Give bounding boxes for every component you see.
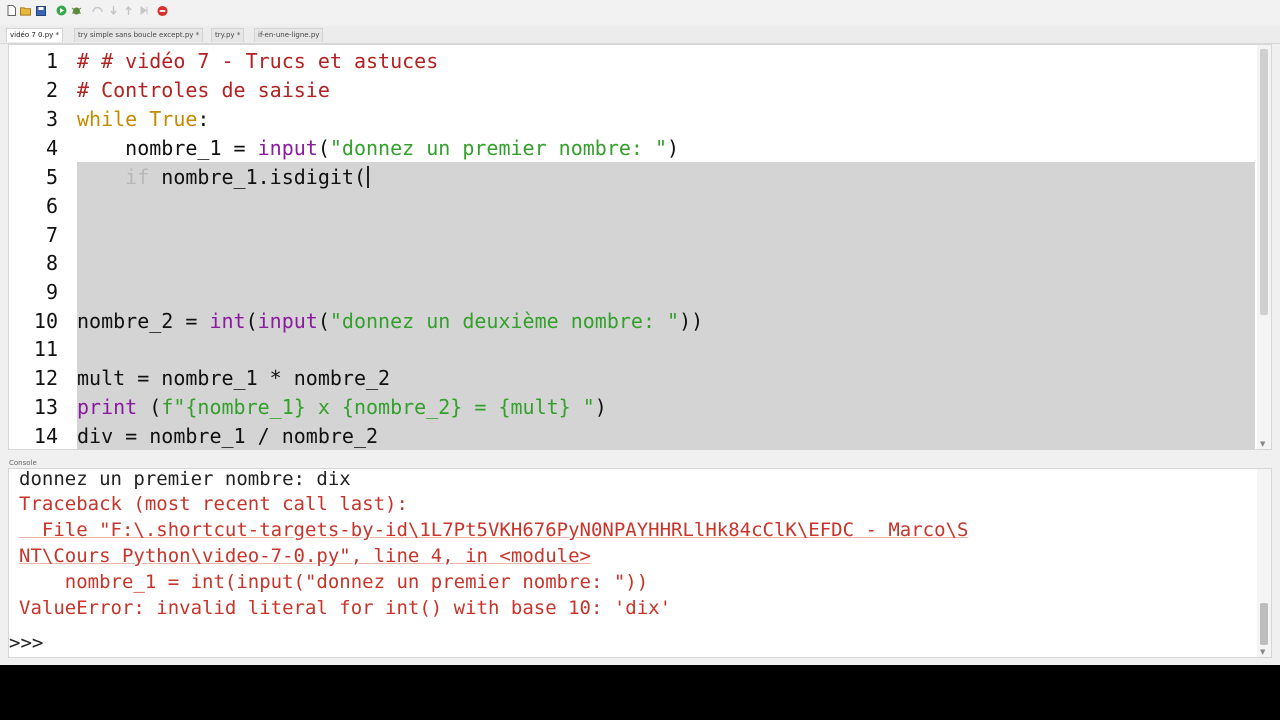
comment-token: # # vidéo 7 - Trucs et astuces <box>77 49 439 73</box>
traceback-header: Traceback (most recent call last): <box>19 493 408 515</box>
scroll-down-arrow-icon[interactable]: ▼ <box>1260 440 1265 448</box>
line-number: 9 <box>45 280 58 304</box>
code-line-4: nombre_1 = input("donnez un premier nomb… <box>77 134 679 163</box>
line-number: 7 <box>45 223 58 247</box>
comment-token: # Controles de saisie <box>77 78 330 102</box>
code-text: ( <box>317 136 330 160</box>
resume-icon[interactable] <box>139 5 150 16</box>
console-title: Console <box>9 459 37 467</box>
builtin-token: print <box>77 395 138 419</box>
line-number: 3 <box>45 107 58 131</box>
error-message: ValueError: invalid literal for int() wi… <box>19 597 672 619</box>
builtin-token: input <box>257 309 318 333</box>
code-text: nombre_1.isdigit( <box>149 165 367 189</box>
traceback-code-line: nombre_1 = int(input("donnez un premier … <box>19 571 649 593</box>
code-text: ) <box>667 136 680 160</box>
run-icon[interactable] <box>56 5 67 16</box>
code-text: : <box>197 107 210 131</box>
code-line-13: print (f"{nombre_1} x {nombre_2} = {mult… <box>77 393 607 422</box>
code-line-2: # Controles de saisie <box>77 76 330 105</box>
string-token: f"{nombre_1} x {nombre_2} = {mult} " <box>161 395 595 419</box>
line-number: 8 <box>45 251 58 275</box>
traceback-file-link[interactable]: NT\Cours Python\video-7-0.py", line 4, i… <box>19 543 591 569</box>
tab-try[interactable]: try.py * <box>211 28 245 42</box>
string-token: "donnez un deuxième nombre: " <box>329 309 680 333</box>
keyword-token: if <box>125 165 150 189</box>
stop-icon[interactable] <box>157 5 168 16</box>
line-number-gutter: 1 2 3 4 5 6 7 8 9 10 11 12 13 14 <box>9 45 67 449</box>
keyword-token: while True <box>77 107 198 131</box>
step-over-icon[interactable] <box>92 5 103 16</box>
save-icon[interactable] <box>35 5 46 16</box>
code-line-12: mult = nombre_1 * nombre_2 <box>77 364 390 393</box>
tab-if-en-une-ligne[interactable]: if-en-une-ligne.py <box>254 28 324 42</box>
ide-window: vidéo 7 0.py * try simple sans boucle ex… <box>0 0 1280 665</box>
builtin-token: input <box>257 136 318 160</box>
code-line-3: while True: <box>77 105 209 134</box>
toolbar <box>0 0 1280 24</box>
code-text: )) <box>679 309 704 333</box>
console-prompt[interactable]: >>> <box>9 630 43 656</box>
line-number: 6 <box>45 194 58 218</box>
line-number: 4 <box>45 136 58 160</box>
code-text: nombre_2 = <box>77 309 210 333</box>
console-scrollbar-thumb[interactable] <box>1260 603 1268 645</box>
line-number: 1 <box>45 49 58 73</box>
line-number: 2 <box>45 78 58 102</box>
editor-scrollbar[interactable]: ▼ <box>1257 45 1271 449</box>
console-output-line: donnez un premier nombre: dix <box>19 468 351 490</box>
code-text: div = nombre_1 / nombre_2 <box>77 424 379 448</box>
debug-icon[interactable] <box>71 5 82 16</box>
code-line-10: nombre_2 = int(input("donnez un deuxième… <box>77 307 703 336</box>
code-text: ( <box>137 395 162 419</box>
line-number: 10 <box>33 309 58 333</box>
code-line-1: # # vidéo 7 - Trucs et astuces <box>77 47 438 76</box>
code-text: mult = nombre_1 * nombre_2 <box>77 366 391 390</box>
step-out-icon[interactable] <box>123 5 134 16</box>
builtin-token: int <box>209 309 246 333</box>
code-text: ( <box>317 309 330 333</box>
new-file-icon[interactable] <box>6 5 17 16</box>
scroll-down-arrow-icon[interactable]: ▼ <box>1260 648 1265 656</box>
code-text: ( <box>245 309 258 333</box>
editor-scrollbar-thumb[interactable] <box>1260 49 1268 315</box>
code-text: nombre_1 = <box>77 136 258 160</box>
code-editor[interactable]: 1 2 3 4 5 6 7 8 9 10 11 12 13 14 # # vid… <box>8 44 1272 450</box>
line-number: 11 <box>33 337 58 361</box>
text-cursor <box>367 166 370 188</box>
code-text: ) <box>594 395 607 419</box>
string-token: "donnez un premier nombre: " <box>329 136 668 160</box>
open-folder-icon[interactable] <box>20 5 31 16</box>
line-number: 12 <box>33 366 58 390</box>
traceback-file-link[interactable]: File "F:\.shortcut-targets-by-id\1L7Pt5V… <box>19 517 969 543</box>
editor-tab-bar: vidéo 7 0.py * try simple sans boucle ex… <box>0 26 1280 44</box>
console-scrollbar[interactable]: ▼ <box>1257 469 1271 657</box>
line-number: 5 <box>45 165 58 189</box>
tab-try-simple-sans-boucle-except[interactable]: try simple sans boucle except.py * <box>74 28 204 42</box>
code-line-14: div = nombre_1 / nombre_2 <box>77 422 379 449</box>
line-number: 14 <box>33 424 58 448</box>
code-line-5: if nombre_1.isdigit( <box>77 163 370 192</box>
step-into-icon[interactable] <box>108 5 119 16</box>
tab-video-7-0[interactable]: vidéo 7 0.py * <box>6 28 64 42</box>
python-console[interactable]: donnez un premier nombre: dix Traceback … <box>8 468 1272 658</box>
line-number: 13 <box>33 395 58 419</box>
